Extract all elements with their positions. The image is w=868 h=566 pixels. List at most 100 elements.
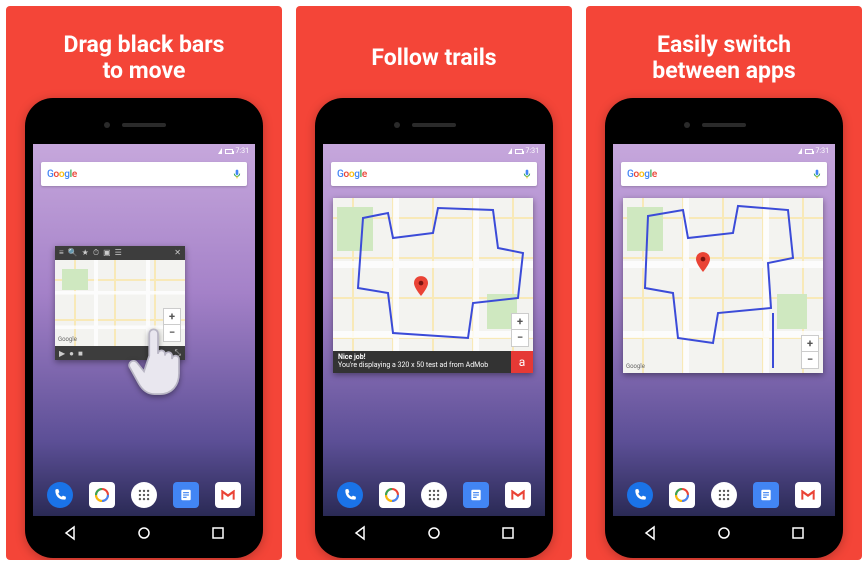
status-time: 7:31 bbox=[236, 147, 250, 155]
gmail-app-icon[interactable] bbox=[505, 482, 531, 508]
signal-icon bbox=[218, 148, 222, 154]
phone-app-icon[interactable] bbox=[337, 482, 363, 508]
battery-icon bbox=[225, 149, 233, 154]
camera-app-icon[interactable] bbox=[379, 482, 405, 508]
menu-icon[interactable]: ≡ bbox=[59, 249, 64, 257]
admob-logo-icon: a bbox=[511, 351, 533, 373]
mic-icon[interactable] bbox=[523, 169, 531, 179]
zoom-in-button[interactable]: + bbox=[164, 309, 180, 325]
map-view[interactable]: Google + − bbox=[623, 198, 823, 373]
close-icon[interactable]: ✕ bbox=[174, 249, 181, 257]
nav-recent-button[interactable] bbox=[210, 525, 226, 541]
gps-trail bbox=[623, 198, 823, 373]
map-pin-icon[interactable] bbox=[414, 276, 428, 296]
phone-app-icon[interactable] bbox=[47, 482, 73, 508]
phone-screen: 7:31 Google bbox=[323, 144, 545, 516]
timer-icon[interactable]: ⏱ bbox=[93, 249, 99, 257]
camera-app-icon[interactable] bbox=[669, 482, 695, 508]
floating-toolbar[interactable]: ≡ 🔍 ★ ⏱ ▣ ☰ ✕ bbox=[55, 246, 185, 260]
nav-home-button[interactable] bbox=[716, 525, 732, 541]
battery-icon bbox=[805, 149, 813, 154]
status-bar: 7:31 bbox=[613, 144, 835, 158]
signal-icon bbox=[508, 148, 512, 154]
zoom-controls[interactable]: + − bbox=[511, 313, 529, 347]
apps-drawer-icon[interactable] bbox=[711, 482, 737, 508]
zoom-out-button[interactable]: − bbox=[164, 325, 180, 341]
nav-back-button[interactable] bbox=[642, 525, 658, 541]
phone-speaker-area bbox=[613, 106, 835, 144]
apps-drawer-icon[interactable] bbox=[421, 482, 447, 508]
phone-screen: 7:31 Google ≡ 🔍 bbox=[33, 144, 255, 516]
phone-frame: 7:31 Google bbox=[605, 98, 843, 558]
google-search-bar[interactable]: Google bbox=[41, 162, 247, 186]
screenshot-panels: Drag black bars to move 7:31 Google bbox=[0, 0, 868, 566]
mic-icon[interactable] bbox=[233, 169, 241, 179]
zoom-out-button[interactable]: − bbox=[512, 330, 528, 346]
camera-app-icon[interactable] bbox=[89, 482, 115, 508]
record-icon[interactable]: ● bbox=[69, 349, 74, 358]
play-icon[interactable]: ▶ bbox=[59, 349, 65, 358]
map-pin-icon[interactable] bbox=[696, 252, 710, 272]
resize-handle-icon[interactable]: ⤡ bbox=[175, 348, 181, 358]
dock bbox=[33, 474, 255, 516]
google-logo: Google bbox=[627, 169, 657, 180]
phone-speaker-area bbox=[33, 106, 255, 144]
panel-1: Drag black bars to move 7:31 Google bbox=[6, 6, 282, 560]
floating-map-window[interactable]: Google + − Nice job! You're displaying a… bbox=[333, 198, 533, 373]
docs-app-icon[interactable] bbox=[463, 482, 489, 508]
docs-app-icon[interactable] bbox=[753, 482, 779, 508]
mic-icon[interactable] bbox=[813, 169, 821, 179]
floating-map-window[interactable]: ≡ 🔍 ★ ⏱ ▣ ☰ ✕ Google bbox=[55, 246, 185, 360]
gmail-app-icon[interactable] bbox=[795, 482, 821, 508]
nav-recent-button[interactable] bbox=[500, 525, 516, 541]
map-provider-logo: Google bbox=[58, 336, 77, 343]
phone-screen: 7:31 Google bbox=[613, 144, 835, 516]
docs-app-icon[interactable] bbox=[173, 482, 199, 508]
google-logo: Google bbox=[47, 169, 77, 180]
photo-icon[interactable]: ▣ bbox=[103, 249, 111, 257]
android-nav-bar bbox=[33, 516, 255, 550]
phone-frame: 7:31 Google ≡ 🔍 bbox=[25, 98, 263, 558]
dock bbox=[613, 474, 835, 516]
status-time: 7:31 bbox=[816, 147, 830, 155]
nav-back-button[interactable] bbox=[352, 525, 368, 541]
google-logo: Google bbox=[337, 169, 367, 180]
home-wallpaper: Google + − bbox=[613, 190, 835, 474]
map-view[interactable]: Google + − bbox=[55, 260, 185, 346]
google-search-bar[interactable]: Google bbox=[621, 162, 827, 186]
star-icon[interactable]: ★ bbox=[82, 249, 89, 257]
search-icon[interactable]: 🔍 bbox=[68, 249, 78, 257]
panel-3: Easily switch between apps 7:31 Google bbox=[586, 6, 862, 560]
ad-body: You're displaying a 320 x 50 test ad fro… bbox=[338, 361, 488, 369]
zoom-controls[interactable]: + − bbox=[163, 308, 181, 342]
phone-speaker-area bbox=[323, 106, 545, 144]
nav-back-button[interactable] bbox=[62, 525, 78, 541]
nav-recent-button[interactable] bbox=[790, 525, 806, 541]
zoom-controls[interactable]: + − bbox=[801, 335, 819, 369]
apps-drawer-icon[interactable] bbox=[131, 482, 157, 508]
layers-icon[interactable]: ☰ bbox=[115, 249, 122, 257]
admob-banner[interactable]: Nice job! You're displaying a 320 x 50 t… bbox=[333, 351, 533, 373]
status-bar: 7:31 bbox=[323, 144, 545, 158]
status-time: 7:31 bbox=[526, 147, 540, 155]
android-nav-bar bbox=[613, 516, 835, 550]
zoom-out-button[interactable]: − bbox=[802, 352, 818, 368]
phone-frame: 7:31 Google bbox=[315, 98, 553, 558]
zoom-in-button[interactable]: + bbox=[512, 314, 528, 330]
panel-title-1: Drag black bars to move bbox=[64, 28, 225, 88]
gmail-app-icon[interactable] bbox=[215, 482, 241, 508]
map-view[interactable]: Google + − Nice job! You're displaying a… bbox=[333, 198, 533, 373]
floating-bottom-toolbar[interactable]: ▶ ● ■ ⤡ bbox=[55, 346, 185, 360]
panel-2: Follow trails 7:31 Google bbox=[296, 6, 572, 560]
phone-app-icon[interactable] bbox=[627, 482, 653, 508]
panel-title-3: Easily switch between apps bbox=[652, 28, 795, 88]
gps-trail bbox=[333, 198, 533, 373]
dock bbox=[323, 474, 545, 516]
nav-home-button[interactable] bbox=[136, 525, 152, 541]
panel-title-2: Follow trails bbox=[371, 28, 496, 88]
stop-icon[interactable]: ■ bbox=[78, 349, 83, 358]
zoom-in-button[interactable]: + bbox=[802, 336, 818, 352]
google-search-bar[interactable]: Google bbox=[331, 162, 537, 186]
floating-map-window[interactable]: Google + − bbox=[623, 198, 823, 373]
nav-home-button[interactable] bbox=[426, 525, 442, 541]
